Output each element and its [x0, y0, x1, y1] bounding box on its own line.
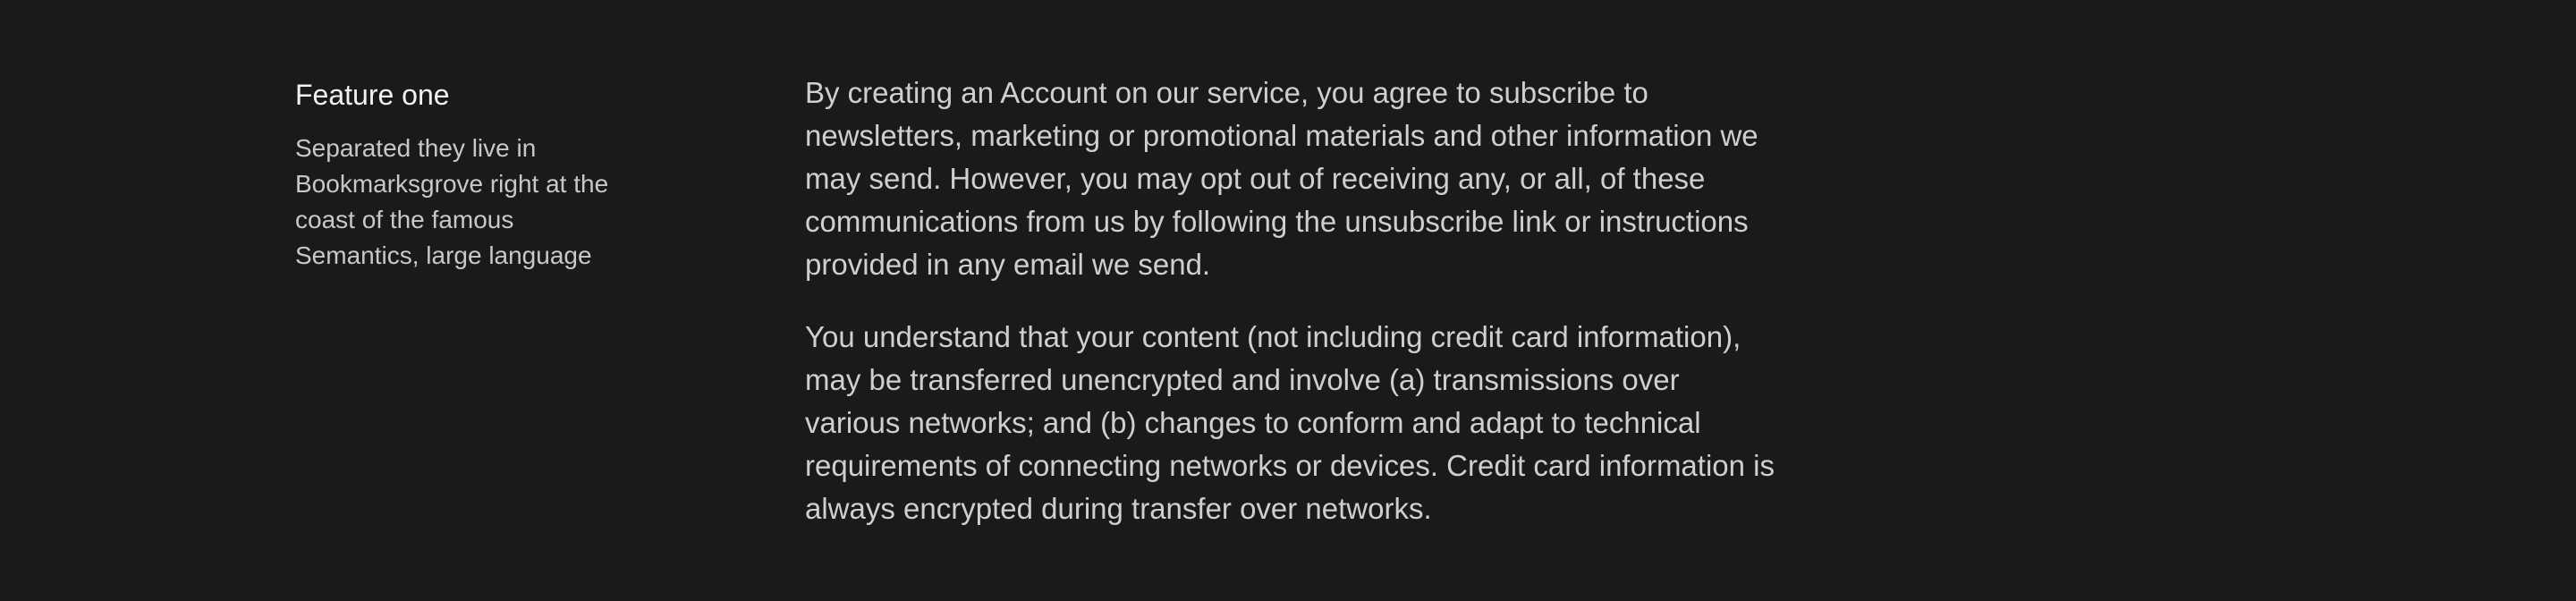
legal-paragraph-content-transfer: You understand that your content (not in…: [805, 320, 1775, 525]
legal-paragraph-newsletters: By creating an Account on our service, y…: [805, 76, 1758, 281]
page: Feature one Separated they live in Bookm…: [0, 0, 2576, 601]
feature-title: Feature one: [295, 79, 450, 111]
feature-section: Feature one Separated they live in Bookm…: [295, 75, 635, 274]
legal-text-section: By creating an Account on our service, y…: [805, 72, 1780, 560]
feature-description: Separated they live in Bookmarksgrove ri…: [295, 134, 609, 269]
